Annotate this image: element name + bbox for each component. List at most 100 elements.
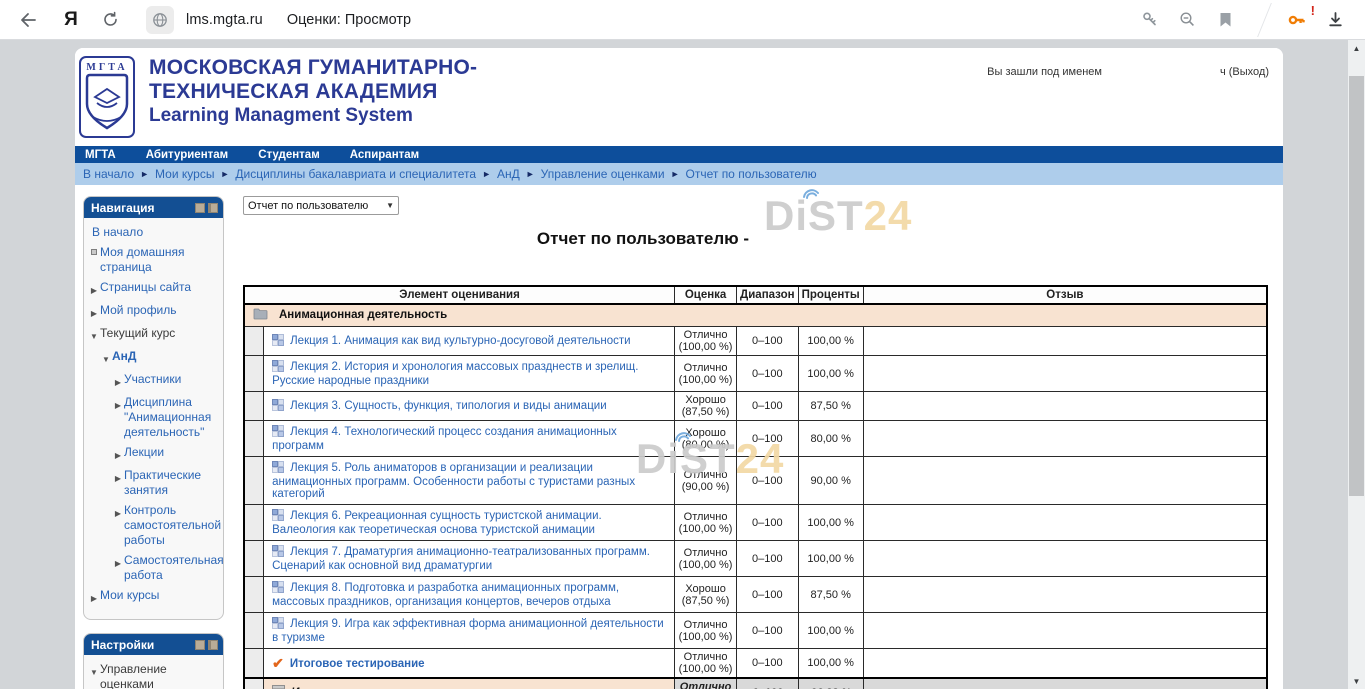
tree-collapsed-icon[interactable]: ▶ xyxy=(88,280,100,298)
grade-item-link[interactable]: Лекция 6. Рекреационная сущность туристс… xyxy=(272,510,602,536)
download-icon[interactable] xyxy=(1321,6,1349,34)
sidebar-item-label[interactable]: Практические занятия xyxy=(124,468,219,498)
tree-collapsed-icon[interactable]: ▶ xyxy=(88,588,100,606)
breadcrumb-item[interactable]: Управление оценками xyxy=(541,167,665,181)
sidebar-item-label[interactable]: Контроль самостоятельной работы xyxy=(124,503,221,548)
sidebar-item[interactable]: ▶Мой профиль xyxy=(88,303,219,321)
topnav-item[interactable]: Абитуриентам xyxy=(146,149,228,161)
sidebar-item-label[interactable]: Мои курсы xyxy=(100,588,159,603)
breadcrumb-item[interactable]: Отчет по пользователю xyxy=(686,167,817,181)
sidebar-item[interactable]: Моя домашняя страница xyxy=(88,245,219,275)
report-type-select[interactable]: Отчет по пользователю ▼ xyxy=(243,196,399,215)
grade-cell: Отлично (100,00 %) xyxy=(675,356,737,392)
sidebar-item-label[interactable]: Мой профиль xyxy=(100,303,177,318)
breadcrumb-item[interactable]: В начало xyxy=(83,167,134,181)
address-bar-url[interactable]: lms.mgta.ru xyxy=(186,12,263,28)
tree-collapsed-icon[interactable]: ▶ xyxy=(112,468,124,486)
tree-collapsed-icon[interactable]: ▶ xyxy=(112,372,124,390)
sidebar-item-label[interactable]: Лекции xyxy=(124,445,164,460)
scroll-thumb[interactable] xyxy=(1349,76,1364,496)
collapse-block-icon[interactable] xyxy=(195,203,205,213)
sidebar-item-label[interactable]: АнД xyxy=(112,349,136,364)
sidebar-item-label[interactable]: Моя домашняя страница xyxy=(100,245,219,275)
tree-collapsed-icon[interactable]: ▶ xyxy=(112,503,124,521)
grade-item-link[interactable]: Лекция 8. Подготовка и разработка анимац… xyxy=(272,582,619,608)
vertical-scrollbar[interactable]: ▲ ▼ xyxy=(1348,40,1365,689)
grade-item-row: ✔Итоговое тестированиеОтлично (100,00 %)… xyxy=(244,649,1267,679)
reload-icon[interactable] xyxy=(96,6,124,34)
grade-item-link[interactable]: Лекция 2. История и хронология массовых … xyxy=(272,361,638,387)
bookmark-icon[interactable] xyxy=(1211,6,1239,34)
collapse-block-icon[interactable] xyxy=(195,640,205,650)
screen: Я lms.mgta.ru Оценки: Просмотр ! xyxy=(0,0,1365,689)
topnav-item[interactable]: МГТА xyxy=(85,149,116,161)
feedback-cell xyxy=(863,356,1267,392)
lesson-icon xyxy=(272,360,284,375)
total-range: 0–100 xyxy=(737,678,799,689)
tree-collapsed-icon[interactable]: ▶ xyxy=(88,303,100,321)
range-cell: 0–100 xyxy=(737,356,799,392)
sidebar-item[interactable]: ▶Контроль самостоятельной работы xyxy=(88,503,219,548)
tree-expanded-icon[interactable]: ▼ xyxy=(88,326,100,344)
percent-cell: 100,00 % xyxy=(798,649,863,679)
sidebar-item[interactable]: ▶Страницы сайта xyxy=(88,280,219,298)
lesson-icon xyxy=(272,509,284,524)
grade-item-link[interactable]: Лекция 4. Технологический процесс создан… xyxy=(272,426,617,452)
sidebar-item-label[interactable]: Дисциплина "Анимационная деятельность" xyxy=(124,395,219,440)
grade-cell: Отлично (100,00 %) xyxy=(675,505,737,541)
grade-item-link[interactable]: Лекция 7. Драматургия анимационно-театра… xyxy=(272,546,650,572)
page-title: Отчет по пользователю - xyxy=(243,229,1043,249)
category-row: Анимационная деятельность xyxy=(244,304,1267,327)
tree-expanded-icon[interactable]: ▼ xyxy=(88,662,100,680)
topnav-item[interactable]: Студентам xyxy=(258,149,320,161)
sidebar-item[interactable]: ▶Мои курсы xyxy=(88,588,219,606)
grade-item-link[interactable]: Итоговое тестирование xyxy=(290,658,425,670)
grade-item-link[interactable]: Лекция 9. Игра как эффективная форма ани… xyxy=(272,618,664,644)
breadcrumb: В начало►Мои курсы►Дисциплины бакалавриа… xyxy=(75,163,1283,185)
chevron-down-icon: ▼ xyxy=(386,201,394,210)
grade-item-link[interactable]: Лекция 1. Анимация как вид культурно-дос… xyxy=(290,335,630,347)
sidebar-item-label[interactable]: Участники xyxy=(124,372,181,387)
sidebar-item-label[interactable]: Самостоятельная работа xyxy=(124,553,224,583)
sidebar-item[interactable]: ▼АнД xyxy=(88,349,219,367)
tree-collapsed-icon[interactable]: ▶ xyxy=(112,445,124,463)
password-alert-key-icon[interactable]: ! xyxy=(1283,6,1311,34)
indent-cell xyxy=(244,327,264,356)
tree-collapsed-icon[interactable]: ▶ xyxy=(112,395,124,413)
grade-item-link[interactable]: Лекция 5. Роль аниматоров в организации … xyxy=(272,462,635,500)
folder-icon xyxy=(253,308,268,323)
scroll-down-icon[interactable]: ▼ xyxy=(1348,673,1365,689)
grade-item-link[interactable]: Лекция 3. Сущность, функция, типология и… xyxy=(290,400,607,412)
breadcrumb-item[interactable]: АнД xyxy=(497,167,520,181)
sidebar-item-label[interactable]: Страницы сайта xyxy=(100,280,191,295)
indent-cell xyxy=(244,613,264,649)
range-cell: 0–100 xyxy=(737,649,799,679)
grade-item-row: Лекция 1. Анимация как вид культурно-дос… xyxy=(244,327,1267,356)
site-globe-icon[interactable] xyxy=(146,6,174,34)
dock-block-icon[interactable] xyxy=(208,203,218,213)
sidebar-item[interactable]: ▶Лекции xyxy=(88,445,219,463)
scroll-up-icon[interactable]: ▲ xyxy=(1348,40,1365,56)
sidebar-item-label[interactable]: В начало xyxy=(92,225,143,240)
percent-cell: 100,00 % xyxy=(798,356,863,392)
feedback-cell xyxy=(863,577,1267,613)
yandex-logo-icon[interactable]: Я xyxy=(58,9,84,31)
sidebar-item[interactable]: В начало xyxy=(88,225,219,240)
lesson-icon xyxy=(272,425,284,440)
tree-collapsed-icon[interactable]: ▶ xyxy=(112,553,124,571)
topnav-item[interactable]: Аспирантам xyxy=(350,149,419,161)
key-icon[interactable] xyxy=(1135,6,1163,34)
breadcrumb-item[interactable]: Дисциплины бакалавриата и специалитета xyxy=(235,167,476,181)
tree-expanded-icon[interactable]: ▼ xyxy=(100,349,112,367)
logout-link[interactable]: ч (Выход) xyxy=(1220,66,1269,78)
column-header: Проценты xyxy=(798,286,863,304)
dock-block-icon[interactable] xyxy=(208,640,218,650)
sidebar-item[interactable]: ▶Дисциплина "Анимационная деятельность" xyxy=(88,395,219,440)
sidebar-item[interactable]: ▶Практические занятия xyxy=(88,468,219,498)
sidebar-item[interactable]: ▶Самостоятельная работа xyxy=(88,553,219,583)
back-arrow-icon[interactable] xyxy=(14,6,42,34)
sidebar-item[interactable]: ▶Участники xyxy=(88,372,219,390)
feedback-cell xyxy=(863,457,1267,505)
zoom-search-icon[interactable] xyxy=(1173,6,1201,34)
breadcrumb-item[interactable]: Мои курсы xyxy=(155,167,214,181)
